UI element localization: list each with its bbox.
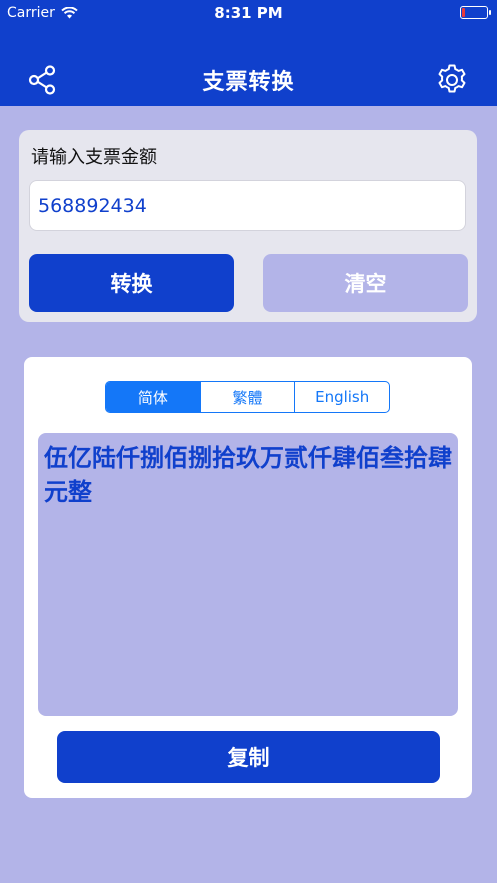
gear-icon <box>438 64 466 93</box>
tab-traditional[interactable]: 繁體 <box>201 382 296 412</box>
copy-button[interactable]: 复制 <box>57 731 440 783</box>
tab-english[interactable]: English <box>295 382 389 412</box>
result-text[interactable]: 伍亿陆仟捌佰捌拾玖万贰仟肆佰叁拾肆元整 <box>38 433 458 716</box>
input-card: 请输入支票金额 转换 清空 <box>19 130 477 322</box>
convert-button[interactable]: 转换 <box>29 254 234 312</box>
battery-fill <box>462 8 465 17</box>
navigation-bar: Carrier 8:31 PM 支票转换 <box>0 0 497 106</box>
status-time: 8:31 PM <box>214 4 283 22</box>
clear-button[interactable]: 清空 <box>263 254 468 312</box>
battery-icon <box>460 6 491 19</box>
page-title: 支票转换 <box>202 70 295 95</box>
tab-simplified[interactable]: 简体 <box>106 382 201 412</box>
settings-button[interactable] <box>434 62 470 98</box>
status-bar: Carrier 8:31 PM <box>0 0 497 26</box>
amount-input[interactable] <box>29 180 466 231</box>
amount-label: 请输入支票金额 <box>31 147 157 168</box>
language-segmented-control: 简体 繁體 English <box>105 381 390 413</box>
result-card: 简体 繁體 English 伍亿陆仟捌佰捌拾玖万贰仟肆佰叁拾肆元整 复制 <box>24 357 472 798</box>
